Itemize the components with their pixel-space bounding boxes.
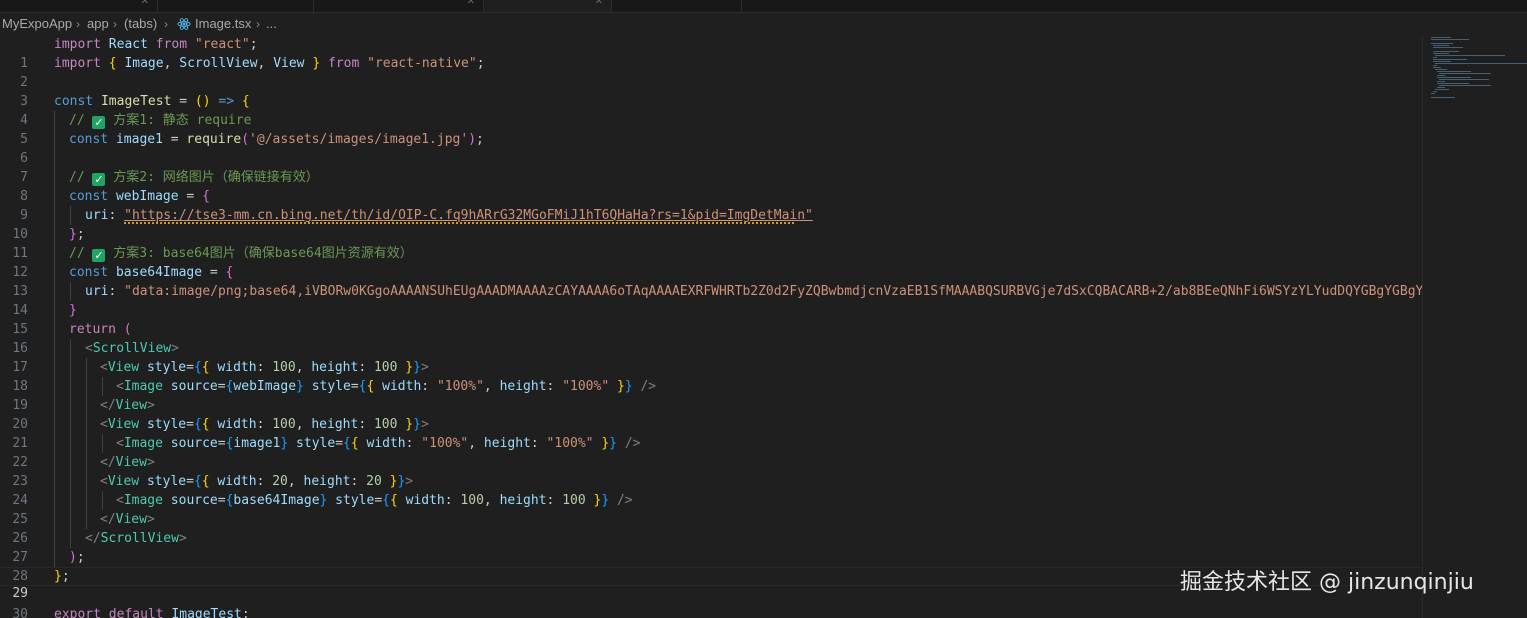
- code-line: 4 const ImageTest = () => {: [0, 92, 1422, 128]
- close-icon[interactable]: ✕: [467, 0, 475, 7]
- checkmark-icon: ✓: [92, 116, 106, 129]
- string-literal: "react": [194, 37, 250, 52]
- code-line: 8 // ✓ 方案2: 网络图片（确保链接有效）: [0, 168, 1422, 204]
- code-line: 27 </ScrollView>: [0, 529, 1422, 565]
- code-line: 7: [0, 149, 1422, 185]
- code-line: 25 <Image source={base64Image} style={{ …: [0, 491, 1422, 527]
- code-line: 1 import React from "react";: [0, 35, 1422, 71]
- breadcrumb-more[interactable]: ...: [266, 13, 277, 35]
- editor-tab[interactable]: ✕: [0, 0, 158, 12]
- warning-squiggle: [124, 222, 794, 224]
- code-line: 22 <Image source={image1} style={{ width…: [0, 434, 1422, 470]
- breadcrumb-item[interactable]: (tabs): [124, 13, 157, 35]
- code-line: 5 // ✓ 方案1: 静态 require: [0, 111, 1422, 147]
- breadcrumb-item[interactable]: MyExpoApp: [2, 13, 72, 35]
- code-line: 2 import { Image, ScrollView, View } fro…: [0, 54, 1422, 90]
- checkmark-icon: ✓: [92, 173, 106, 186]
- chevron-right-icon: ›: [76, 17, 80, 31]
- chevron-right-icon: ›: [113, 17, 117, 31]
- code-line: 3: [0, 73, 1422, 109]
- tab-strip: ✕ ✕ ✕: [0, 0, 1527, 13]
- code-line: 28 );: [0, 548, 1422, 584]
- code-line: 16 return (: [0, 320, 1422, 356]
- editor-tab[interactable]: [612, 0, 742, 12]
- code-editor[interactable]: 1 import React from "react"; 2 import { …: [0, 35, 1422, 618]
- code-line: 31 export default ImageTest;: [54, 607, 250, 618]
- editor-tab-active[interactable]: ✕: [484, 0, 612, 12]
- code-line: 11 };: [0, 225, 1422, 261]
- string-literal: "data:image/png;base64,iVBORw0KGgoAAAANS…: [124, 284, 1422, 299]
- minimap[interactable]: [1422, 35, 1527, 618]
- chevron-right-icon: ›: [256, 17, 260, 31]
- chevron-right-icon: ›: [164, 17, 168, 31]
- code-line: 20 </View>: [0, 396, 1422, 432]
- breadcrumb-item[interactable]: app: [87, 13, 109, 35]
- code-comment: 方案2: 网络图片（确保链接有效）: [105, 170, 319, 185]
- editor-tab[interactable]: [158, 0, 314, 12]
- breadcrumb-file[interactable]: Image.tsx: [195, 13, 251, 35]
- string-literal: '@/assets/images/image1.jpg': [249, 132, 469, 147]
- code-comment: 方案3: base64图片（确保base64图片资源有效）: [105, 246, 413, 261]
- code-line: 17 <ScrollView>: [0, 339, 1422, 375]
- code-line: 19 <Image source={webImage} style={{ wid…: [0, 377, 1422, 413]
- code-line: 10 uri: "https://tse3-mm.cn.bing.net/th/…: [0, 206, 1422, 242]
- code-line: 13 const base64Image = {: [0, 263, 1422, 299]
- editor-tab[interactable]: ✕: [314, 0, 484, 12]
- url-string[interactable]: "https://tse3-mm.cn.bing.net/th/id/OIP-C…: [124, 208, 813, 223]
- code-line: 24 <View style={{ width: 20, height: 20 …: [0, 472, 1422, 508]
- code-line: 18 <View style={{ width: 100, height: 10…: [0, 358, 1422, 394]
- checkmark-icon: ✓: [92, 249, 106, 262]
- close-icon[interactable]: ✕: [595, 0, 603, 7]
- close-icon[interactable]: ✕: [141, 0, 149, 7]
- react-icon: [177, 18, 191, 30]
- string-literal: "react-native": [367, 56, 477, 71]
- code-line: 9 const webImage = {: [0, 187, 1422, 223]
- code-line: 21 <View style={{ width: 100, height: 10…: [0, 415, 1422, 451]
- code-comment: 方案1: 静态 require: [105, 113, 252, 128]
- breadcrumb: MyExpoApp › app › (tabs) › Image.tsx › .…: [0, 13, 1527, 35]
- code-line: 23 </View>: [0, 453, 1422, 489]
- code-line: 14 uri: "data:image/png;base64,iVBORw0KG…: [0, 282, 1422, 318]
- code-line: 12 // ✓ 方案3: base64图片（确保base64图片资源有效）: [0, 244, 1422, 280]
- code-line: 6 const image1 = require('@/assets/image…: [0, 130, 1422, 166]
- code-line: 15 }: [0, 301, 1422, 337]
- watermark: 掘金技术社区 @ jinzunqinjiu: [1180, 570, 1474, 595]
- code-line: 26 </View>: [0, 510, 1422, 546]
